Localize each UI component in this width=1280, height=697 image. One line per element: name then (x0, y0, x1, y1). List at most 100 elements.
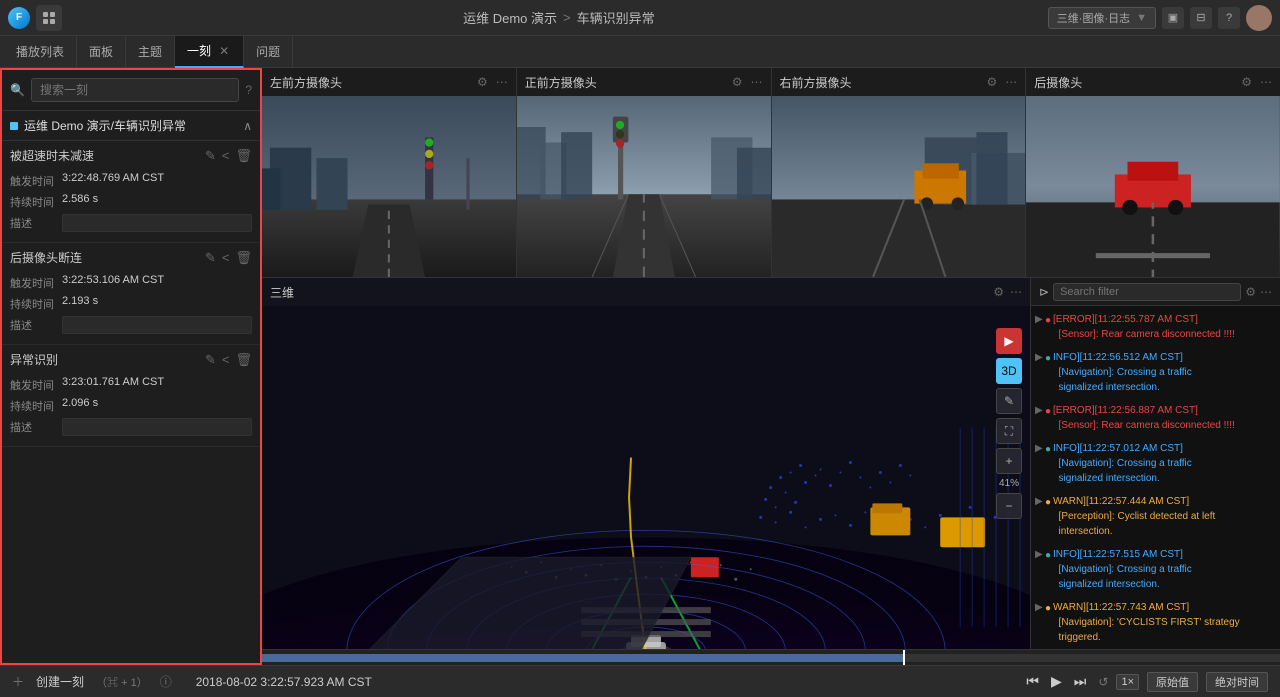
log-text-4: WARN][11:22:57.444 AM CST] [Perception]:… (1053, 494, 1276, 539)
trigger-label-3: 触发时间 (10, 376, 58, 393)
camera-icons-left: ⚙ ⋯ (477, 75, 508, 89)
settings-icon-right[interactable]: ⚙ (986, 75, 997, 89)
pencil-btn[interactable]: ✎ (996, 388, 1022, 414)
title-area: 运维 Demo 演示 > 车辆识别异常 (70, 8, 1048, 27)
next-frame-btn[interactable]: ⏭ (1074, 673, 1087, 690)
camera-img-rear (1026, 96, 1280, 277)
duration-value-2: 2.193 s (62, 295, 252, 307)
settings-icon-front[interactable]: ⚙ (732, 75, 743, 89)
collapse-icon[interactable]: ∧ (243, 119, 252, 133)
log-entry-0: ▶ ● [ERROR][11:22:55.787 AM CST] [Sensor… (1035, 310, 1276, 344)
share-icon-2[interactable]: < (222, 250, 230, 266)
3d-mode-btn[interactable]: 3D (996, 358, 1022, 384)
field-desc-2: 描述 (2, 314, 260, 336)
value-mode-btn[interactable]: 原始值 (1147, 672, 1198, 692)
log-panel-header: ⊳ ⚙ ⋯ (1031, 278, 1280, 306)
sync-icon[interactable]: ↺ (1098, 675, 1108, 689)
delete-icon-2[interactable]: 🗑 (235, 250, 252, 266)
layout-icon (42, 11, 56, 25)
log-text-1: INFO][11:22:56.512 AM CST] [Navigation]:… (1053, 350, 1276, 395)
moment-title-row-3: 异常识别 ✎ < 🗑 (2, 345, 260, 374)
edit-icon-3[interactable]: ✎ (205, 352, 216, 368)
more-icon-left[interactable]: ⋯ (496, 75, 508, 89)
search-input[interactable] (31, 78, 239, 102)
layout-btn-2[interactable]: ⊟ (1190, 7, 1212, 29)
moment-item-3: 异常识别 ✎ < 🗑 触发时间 3:23:01.761 AM CST 持续时间 … (2, 345, 260, 447)
camera-scene-right (772, 96, 1026, 277)
settings-icon-rear[interactable]: ⚙ (1241, 75, 1252, 89)
tab-moment[interactable]: 一刻 ✕ (175, 36, 244, 68)
viewer-3d-more[interactable]: ⋯ (1010, 285, 1022, 299)
layout-btn-1[interactable]: ▣ (1162, 7, 1184, 29)
filter-icon[interactable]: ⊳ (1039, 285, 1049, 299)
tab-moment-label: 一刻 (187, 42, 211, 59)
breadcrumb-sep: > (563, 10, 571, 25)
play-btn-3d[interactable]: ▶ (996, 328, 1022, 354)
field-trigger-2: 触发时间 3:22:53.106 AM CST (2, 272, 260, 293)
share-icon-3[interactable]: < (222, 352, 230, 368)
tab-panel[interactable]: 面板 (77, 36, 126, 68)
zoom-in-btn[interactable]: + (996, 448, 1022, 474)
help-circle-icon[interactable]: ? (245, 83, 252, 97)
tab-theme[interactable]: 主题 (126, 36, 175, 68)
view-selector[interactable]: 三维·图像·日志 ▼ (1048, 7, 1156, 29)
help-btn[interactable]: ⓘ (160, 673, 172, 690)
log-search-input[interactable] (1053, 283, 1241, 301)
field-duration-2: 持续时间 2.193 s (2, 293, 260, 314)
prev-frame-btn[interactable]: ⏮ (1026, 673, 1039, 690)
play-pause-btn[interactable]: ▶ (1051, 673, 1062, 690)
expand-btn[interactable]: ⛶ (996, 418, 1022, 444)
timeline[interactable] (262, 649, 1280, 665)
tab-playback-label: 播放列表 (16, 43, 64, 60)
log-marker-6: ● (1045, 601, 1053, 645)
zoom-out-btn[interactable]: − (996, 493, 1022, 519)
camera-panel-front: 正前方摄像头 ⚙ ⋯ (517, 68, 772, 277)
help-icon[interactable]: ? (1218, 7, 1240, 29)
moment-title-row-2: 后摄像头断连 ✎ < 🗑 (2, 243, 260, 272)
viewer-3d-header: 三维 ⚙ ⋯ (262, 278, 1030, 306)
log-settings-icon[interactable]: ⚙ (1245, 285, 1256, 299)
log-text-5: INFO][11:22:57.515 AM CST] [Navigation]:… (1053, 547, 1276, 592)
edit-icon-1[interactable]: ✎ (205, 148, 216, 164)
main-title: 运维 Demo 演示 (463, 8, 557, 27)
tab-issue[interactable]: 问题 (244, 36, 293, 68)
edit-icon-2[interactable]: ✎ (205, 250, 216, 266)
time-type-btn[interactable]: 绝对时间 (1206, 672, 1268, 692)
speed-btn[interactable]: 1× (1116, 674, 1139, 690)
app-icon-btn[interactable] (36, 5, 62, 31)
chevron-down-icon: ▼ (1136, 12, 1147, 24)
delete-icon-1[interactable]: 🗑 (235, 148, 252, 164)
settings-icon-left[interactable]: ⚙ (477, 75, 488, 89)
share-icon-1[interactable]: < (222, 148, 230, 164)
log-more-icon[interactable]: ⋯ (1260, 285, 1272, 299)
duration-label-2: 持续时间 (10, 295, 58, 312)
more-icon-front[interactable]: ⋯ (751, 75, 763, 89)
log-panel: ⊳ ⚙ ⋯ ▶ ● [ERROR][11:22:55.787 AM CST] [… (1030, 278, 1280, 649)
camera-scene-left (262, 96, 516, 277)
camera-title-left: 左前方摄像头 (270, 74, 471, 91)
more-icon-right[interactable]: ⋯ (1005, 75, 1017, 89)
shortcut-label: （⌘ + 1） (96, 674, 148, 690)
desc-input-3[interactable] (62, 418, 252, 436)
viewer-3d[interactable]: 三维 ⚙ ⋯ (262, 278, 1030, 649)
create-moment-btn[interactable]: 创建一刻 (36, 673, 84, 690)
camera-title-right: 右前方摄像头 (780, 74, 981, 91)
camera-panel-left-front: 左前方摄像头 ⚙ ⋯ (262, 68, 517, 277)
delete-icon-3[interactable]: 🗑 (235, 352, 252, 368)
plus-icon: ＋ (12, 673, 24, 690)
field-desc-3: 描述 (2, 416, 260, 438)
camera-header-left: 左前方摄像头 ⚙ ⋯ (262, 68, 516, 96)
log-marker-1: ● (1045, 351, 1053, 395)
viewer-3d-settings[interactable]: ⚙ (993, 285, 1004, 299)
tab-playback[interactable]: 播放列表 (4, 36, 77, 68)
section-dot (10, 122, 18, 130)
middle-area: 三维 ⚙ ⋯ (262, 278, 1280, 649)
right-controls: ↺ 1× 原始值 绝对时间 (1098, 672, 1268, 692)
moment-item-2: 后摄像头断连 ✎ < 🗑 触发时间 3:22:53.106 AM CST 持续时… (2, 243, 260, 345)
tab-moment-close[interactable]: ✕ (217, 44, 231, 58)
desc-label-1: 描述 (10, 214, 58, 231)
more-icon-rear[interactable]: ⋯ (1260, 75, 1272, 89)
desc-input-1[interactable] (62, 214, 252, 232)
desc-input-2[interactable] (62, 316, 252, 334)
log-entry-1: ▶ ● INFO][11:22:56.512 AM CST] [Navigati… (1035, 348, 1276, 397)
